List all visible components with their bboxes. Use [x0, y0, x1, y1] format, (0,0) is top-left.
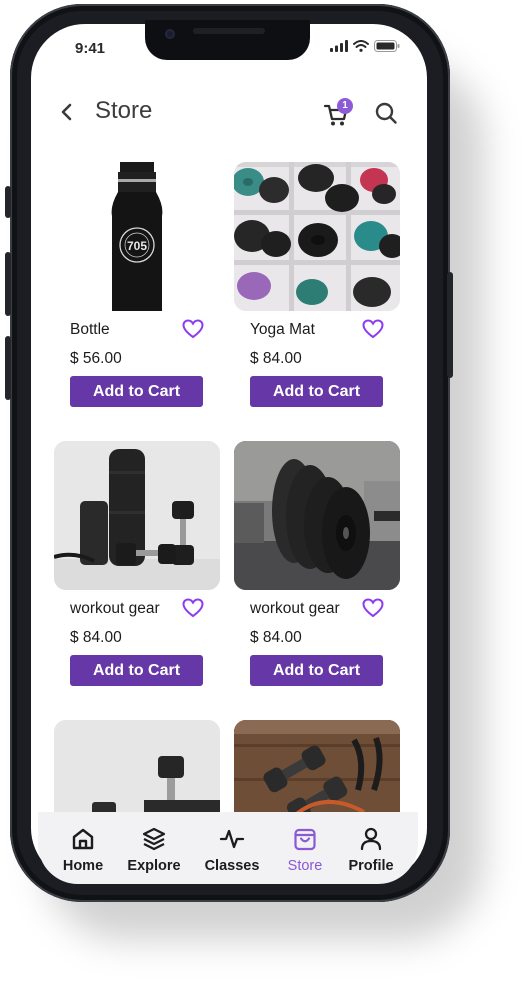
product-image-weight-plates[interactable]: [234, 441, 400, 590]
product-image-bottle[interactable]: 705: [54, 162, 220, 311]
page-title: Store: [95, 97, 153, 124]
favorite-button[interactable]: [362, 598, 384, 618]
favorite-button[interactable]: [362, 319, 384, 339]
chevron-left-icon: [61, 103, 72, 121]
nav-label: Explore: [127, 858, 181, 874]
status-icons: [330, 40, 400, 52]
product-name: Yoga Mat: [250, 321, 315, 338]
product-price: $ 84.00: [70, 629, 122, 646]
nav-profile[interactable]: Profile: [336, 826, 406, 882]
product-image-dumbbells-band[interactable]: [234, 720, 400, 816]
heart-icon: [182, 319, 204, 339]
heart-icon: [182, 598, 204, 618]
favorite-button[interactable]: [182, 319, 204, 339]
product-name: workout gear: [70, 600, 160, 617]
home-icon: [72, 828, 94, 850]
volume-up-button: [5, 252, 11, 316]
heart-icon: [362, 598, 384, 618]
product-image-workout-gear[interactable]: [54, 441, 220, 590]
back-button[interactable]: [56, 100, 78, 124]
search-button[interactable]: [374, 101, 398, 125]
nav-label: Profile: [348, 858, 394, 874]
product-price: $ 56.00: [70, 350, 122, 367]
battery-icon: [374, 40, 400, 52]
search-icon: [375, 102, 397, 124]
add-to-cart-button[interactable]: Add to Cart: [250, 376, 383, 407]
layers-icon: [142, 827, 166, 851]
favorite-button[interactable]: [182, 598, 204, 618]
wifi-icon: [353, 40, 369, 52]
product-price: $ 84.00: [250, 350, 302, 367]
signal-icon: [330, 40, 348, 52]
product-name: Bottle: [70, 321, 110, 338]
silent-switch: [5, 186, 11, 218]
add-to-cart-button[interactable]: Add to Cart: [70, 376, 203, 407]
shopping-bag-icon: [294, 828, 316, 851]
svg-text:705: 705: [127, 239, 147, 253]
product-price: $ 84.00: [250, 629, 302, 646]
bottom-nav: Home Explore Classes Store Profile: [38, 812, 418, 884]
nav-label: Home: [62, 858, 104, 874]
user-icon: [360, 827, 382, 851]
nav-store[interactable]: Store: [270, 826, 340, 882]
status-time: 9:41: [75, 40, 106, 57]
nav-label: Classes: [204, 858, 260, 874]
product-image-dumbbell-stack[interactable]: [54, 720, 220, 816]
volume-down-button: [5, 336, 11, 400]
add-to-cart-button[interactable]: Add to Cart: [250, 655, 383, 686]
nav-home[interactable]: Home: [48, 826, 118, 882]
power-button: [447, 272, 453, 378]
nav-classes[interactable]: Classes: [197, 826, 267, 882]
heart-icon: [362, 319, 384, 339]
product-name: workout gear: [250, 600, 340, 617]
nav-label: Store: [287, 858, 323, 874]
cart-count-badge: 1: [337, 98, 353, 114]
activity-icon: [219, 829, 245, 849]
front-camera: [165, 29, 175, 39]
nav-explore[interactable]: Explore: [119, 826, 189, 882]
add-to-cart-button[interactable]: Add to Cart: [70, 655, 203, 686]
notch: [145, 20, 310, 60]
product-image-yoga-mat[interactable]: [234, 162, 400, 311]
